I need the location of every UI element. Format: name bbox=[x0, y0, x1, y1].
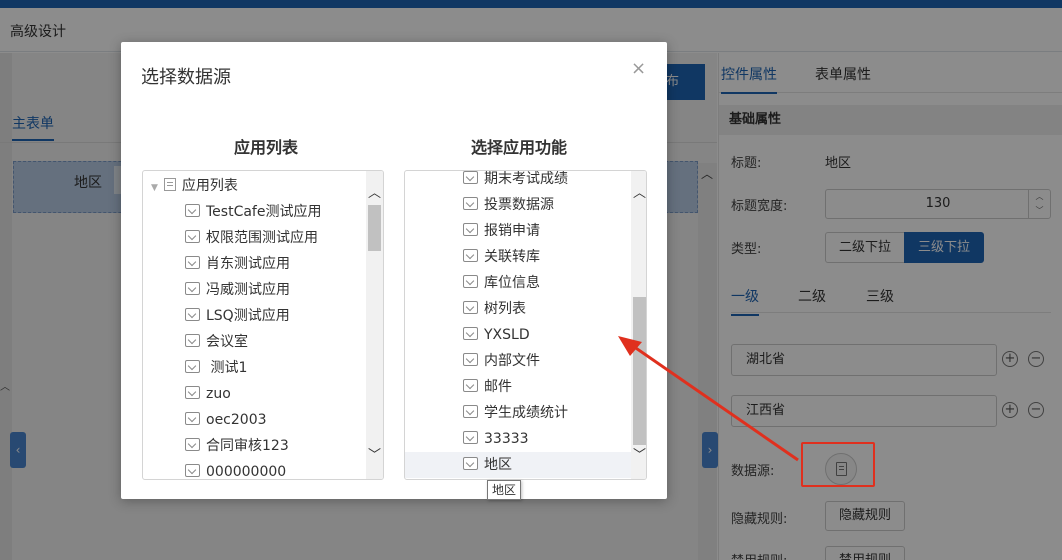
arrow-shaft bbox=[629, 342, 799, 462]
annotation-arrow bbox=[618, 336, 799, 462]
arrow-head bbox=[618, 336, 642, 356]
